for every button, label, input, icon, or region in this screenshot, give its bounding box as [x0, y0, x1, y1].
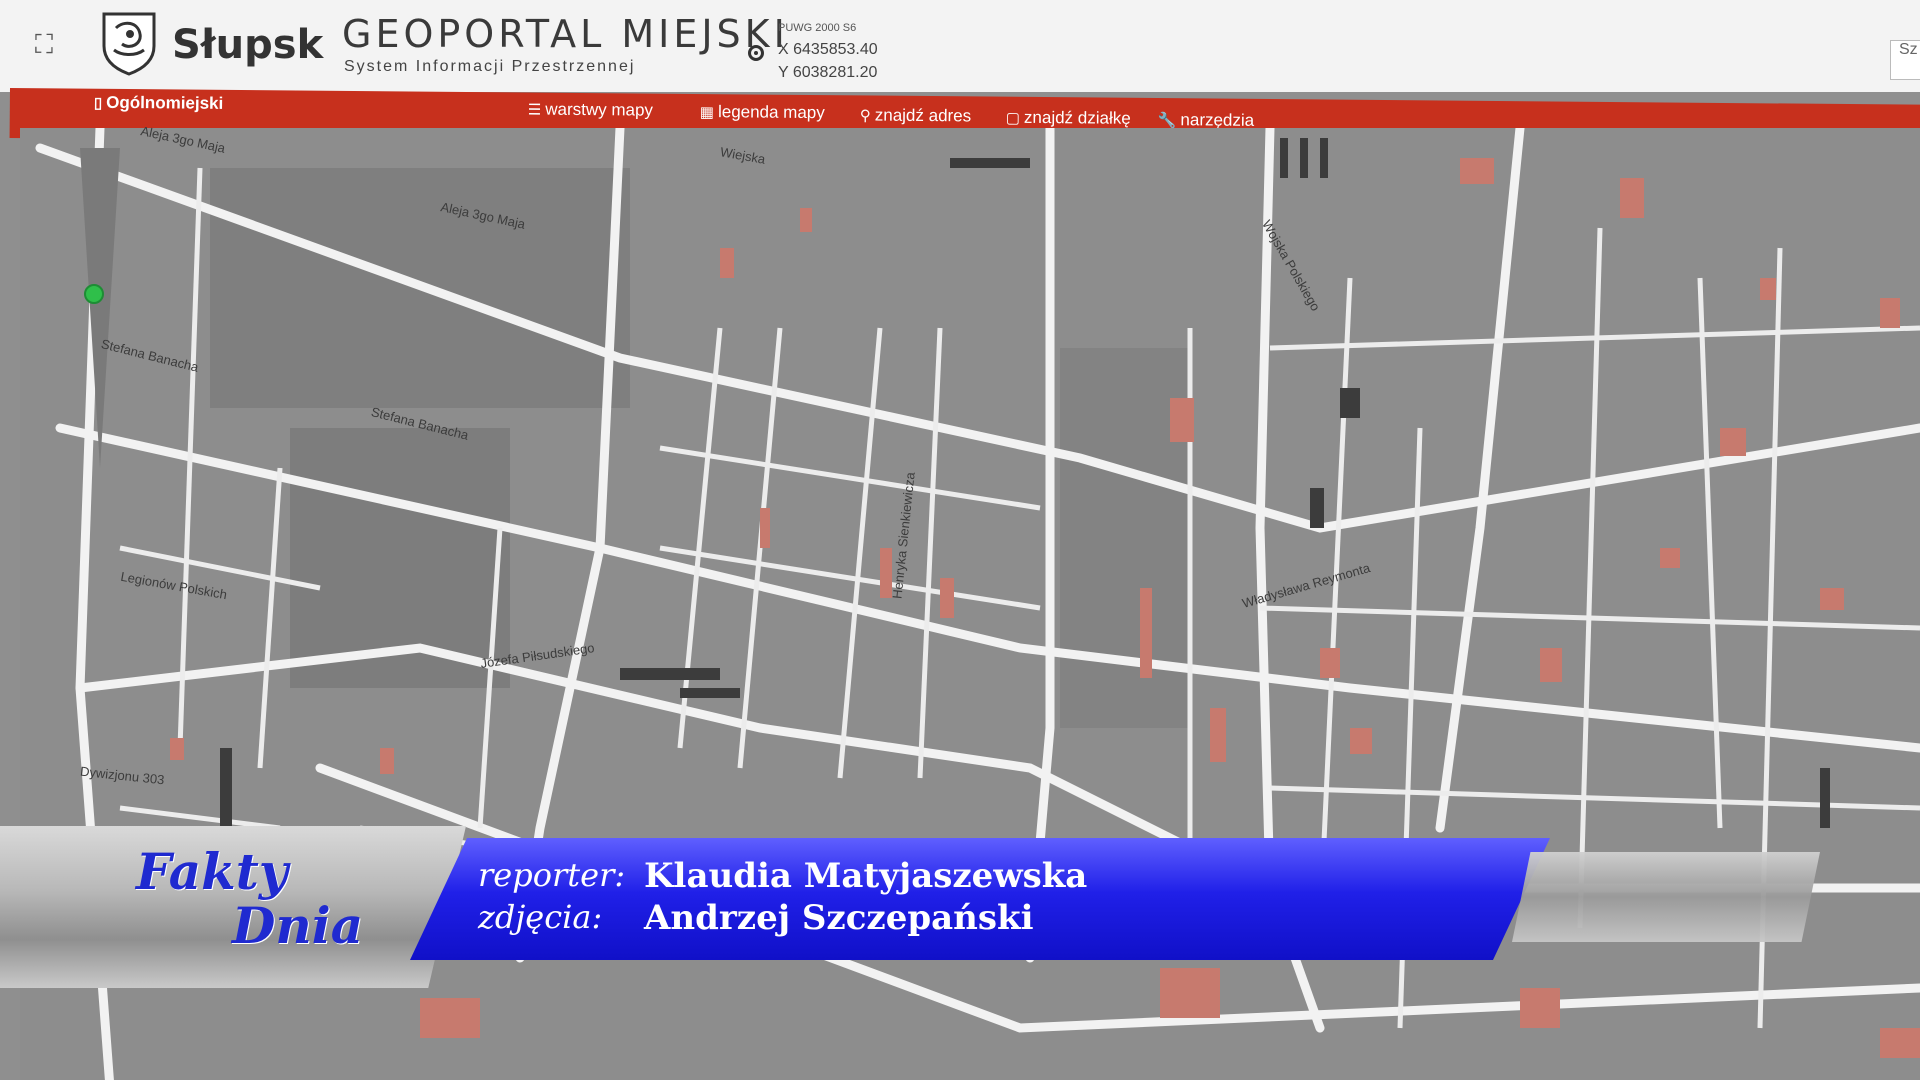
pin-icon: ⚲	[859, 107, 871, 125]
reporter-name: Klaudia Matyjaszewska	[644, 856, 1088, 896]
logo-text-line1: Fakty	[136, 842, 288, 901]
camera-label: zdjęcia:	[478, 898, 603, 936]
table-icon: ▦	[699, 104, 715, 122]
location-marker-icon[interactable]	[84, 284, 104, 304]
logo-text-line2: Dnia	[232, 896, 364, 955]
crosshair-icon	[748, 45, 764, 61]
portal-header: ⛶ Słupsk GEOPORTAL MIEJSKI System Inform…	[0, 0, 1920, 92]
map-legend-label: legenda mapy	[717, 102, 825, 123]
portal-title: GEOPORTAL MIEJSKI	[342, 12, 789, 56]
coordinate-x: X 6435853.40	[778, 41, 878, 58]
city-name: Słupsk	[172, 22, 324, 68]
document-icon: ▯	[93, 94, 103, 112]
credits-band-tail	[1512, 852, 1820, 942]
map-legend-button[interactable]: ▦ legenda mapy	[700, 102, 825, 123]
wrench-icon: 🔧	[1157, 112, 1177, 130]
find-plot-button[interactable]: ▢ znajdź działkę	[1006, 108, 1131, 129]
find-address-label: znajdź adres	[874, 105, 972, 126]
map-layers-button[interactable]: ☰ warstwy mapy	[528, 100, 653, 121]
reporter-label: reporter:	[478, 856, 626, 894]
slupsk-crest-logo	[102, 12, 156, 76]
square-icon: ▢	[1005, 109, 1021, 127]
general-view-button[interactable]: ▯ Ogólnomiejski	[94, 93, 224, 114]
search-button[interactable]: Sz	[1890, 40, 1920, 80]
map-layers-label: warstwy mapy	[545, 99, 654, 120]
list-icon: ☰	[527, 101, 542, 119]
find-address-button[interactable]: ⚲ znajdź adres	[860, 105, 972, 126]
portal-subtitle: System Informacji Przestrzennej	[344, 58, 636, 75]
coordinate-system: PUWG 2000 S6	[778, 22, 857, 34]
camera-name: Andrzej Szczepański	[644, 898, 1034, 938]
find-plot-label: znajdź działkę	[1023, 107, 1131, 128]
general-view-label: Ogólnomiejski	[106, 92, 224, 113]
coordinate-y: Y 6038281.20	[778, 64, 878, 81]
fullscreen-icon[interactable]: ⛶	[24, 26, 64, 60]
